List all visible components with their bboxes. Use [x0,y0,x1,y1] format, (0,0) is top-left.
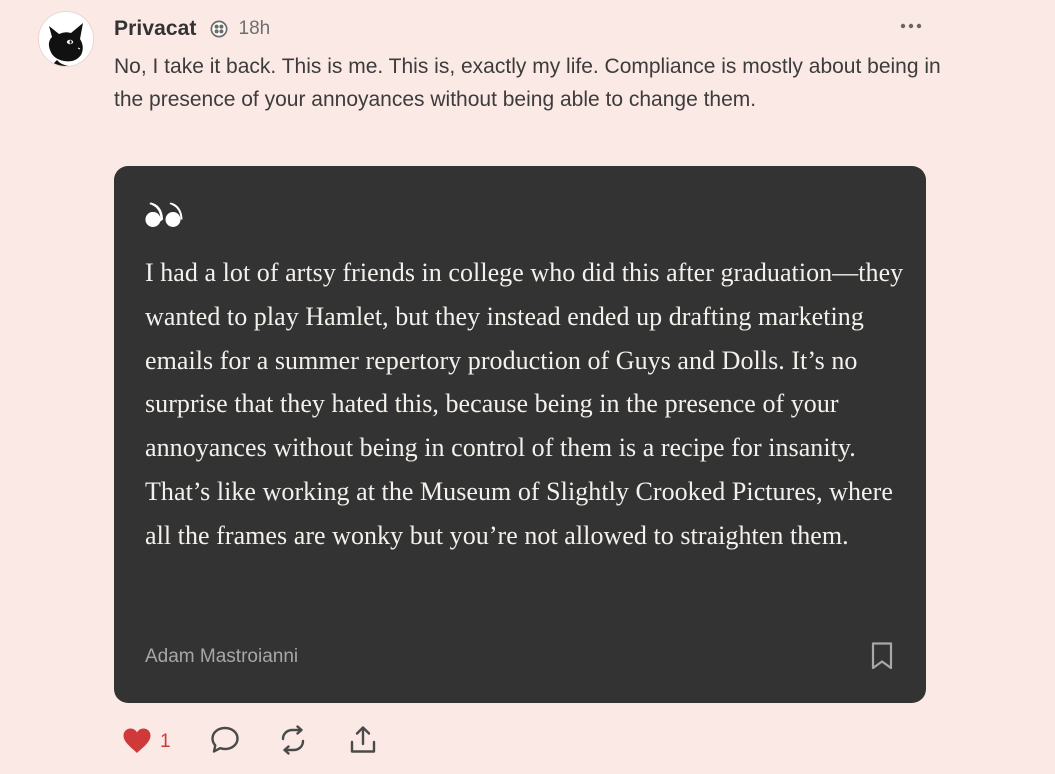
restacked-quote-card[interactable]: I had a lot of artsy friends in college … [114,166,926,703]
comment-icon [210,725,240,759]
like-button[interactable]: 1 [122,724,171,760]
restack-icon [278,725,308,759]
restack-button[interactable] [278,724,308,760]
share-button[interactable] [348,724,378,760]
author-avatar[interactable] [38,11,94,67]
comment-button[interactable] [210,724,240,760]
author-name[interactable]: Privacat [114,17,197,41]
post-header: Privacat 18h [114,14,270,44]
post-timestamp[interactable]: 18h [239,18,271,40]
heart-icon [122,727,152,758]
more-options-icon[interactable] [896,16,926,36]
note-post: Privacat 18h No, I take it back. This is… [0,0,1055,774]
quote-text: I had a lot of artsy friends in college … [145,258,904,550]
quote-source[interactable]: Adam Mastroianni [145,646,298,668]
share-icon [348,725,378,759]
post-body-text: No, I take it back. This is me. This is,… [114,55,941,111]
like-count: 1 [160,731,171,752]
subscriber-badge-icon [209,19,229,39]
quote-mark-icon [145,202,183,232]
bookmark-icon[interactable] [868,641,896,671]
